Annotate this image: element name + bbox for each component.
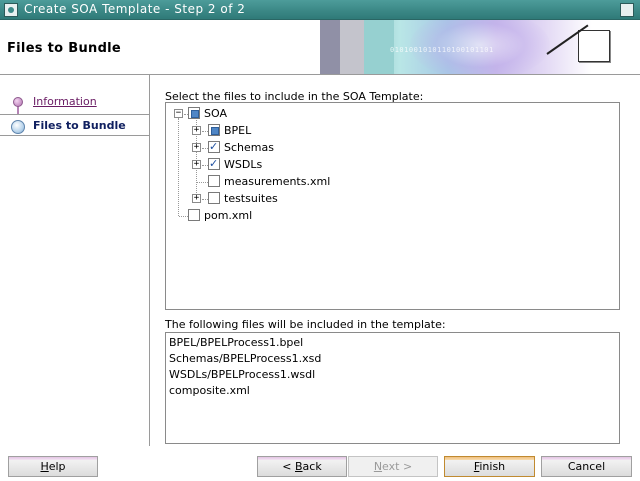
tree-checkbox-soa[interactable]	[188, 107, 200, 119]
cancel-button[interactable]: Cancel	[541, 456, 632, 477]
title-bar: Create SOA Template - Step 2 of 2	[0, 0, 640, 20]
banner-binary-text: 0101001010110100101101	[390, 46, 494, 54]
tree-checkbox-wsdls[interactable]	[208, 157, 220, 170]
expand-icon[interactable]: +	[192, 160, 201, 169]
tree-node-bpel[interactable]: + BPEL	[166, 123, 366, 139]
tree-checkbox-schemas[interactable]	[208, 140, 220, 153]
step-current-icon	[11, 120, 25, 134]
logo-icon	[578, 30, 610, 62]
finish-button[interactable]: Finish	[444, 456, 535, 477]
tree-node-soa[interactable]: − SOA	[166, 106, 366, 122]
collapse-icon[interactable]: −	[174, 109, 183, 118]
tree-label-bpel: BPEL	[224, 124, 252, 137]
tree-checkbox-bpel[interactable]	[208, 124, 220, 136]
tree-checkbox-measurements[interactable]	[208, 175, 220, 187]
wizard-steps-nav: Information Files to Bundle	[0, 75, 150, 446]
nav-item-information[interactable]: Information	[0, 91, 149, 112]
list-item: Schemas/BPELProcess1.xsd	[169, 352, 322, 365]
file-tree[interactable]: − SOA + BPEL + Schemas + WSDLs measureme…	[165, 102, 620, 310]
nav-item-label: Information	[33, 95, 97, 108]
tree-label-pom: pom.xml	[204, 209, 253, 222]
app-icon[interactable]	[4, 3, 18, 17]
tree-node-schemas[interactable]: + Schemas	[166, 140, 366, 156]
list-item: composite.xml	[169, 384, 250, 397]
tree-label-schemas: Schemas	[224, 141, 274, 154]
help-button[interactable]: Help	[8, 456, 98, 477]
list-item: WSDLs/BPELProcess1.wsdl	[169, 368, 316, 381]
tree-label-measurements: measurements.xml	[224, 175, 331, 188]
tree-checkbox-testsuites[interactable]	[208, 192, 220, 204]
page-title: Files to Bundle	[7, 41, 122, 56]
included-files-list[interactable]: BPEL/BPELProcess1.bpel Schemas/BPELProce…	[165, 332, 620, 444]
tree-node-testsuites[interactable]: + testsuites	[166, 191, 366, 207]
wizard-header: Files to Bundle 0101001010110100101101	[0, 20, 640, 75]
expand-icon[interactable]: +	[192, 194, 201, 203]
tree-label-testsuites: testsuites	[224, 192, 278, 205]
window-title: Create SOA Template - Step 2 of 2	[24, 2, 246, 16]
nav-item-label: Files to Bundle	[33, 119, 126, 132]
next-button[interactable]: Next >	[348, 456, 438, 477]
list-item: BPEL/BPELProcess1.bpel	[169, 336, 304, 349]
tree-node-wsdls[interactable]: + WSDLs	[166, 157, 366, 173]
tree-label-soa: SOA	[204, 107, 227, 120]
expand-icon[interactable]: +	[192, 126, 201, 135]
close-icon[interactable]	[620, 3, 634, 17]
tree-node-measurements[interactable]: measurements.xml	[166, 174, 406, 190]
back-button[interactable]: < Back	[257, 456, 347, 477]
included-files-label: The following files will be included in …	[165, 318, 446, 331]
header-banner: 0101001010110100101101	[320, 20, 640, 74]
tree-node-pom[interactable]: pom.xml	[166, 208, 366, 224]
expand-icon[interactable]: +	[192, 143, 201, 152]
tree-label-wsdls: WSDLs	[224, 158, 263, 171]
tree-checkbox-pom[interactable]	[188, 209, 200, 221]
